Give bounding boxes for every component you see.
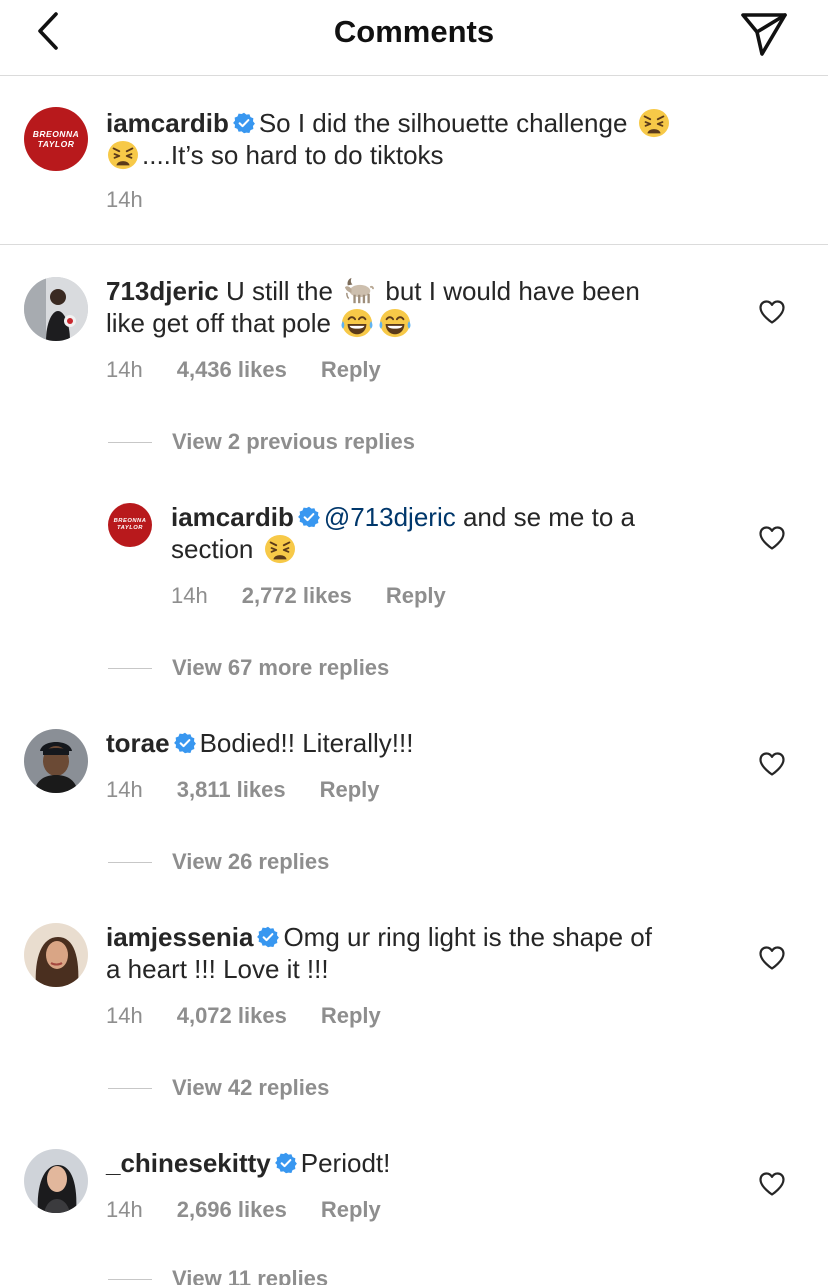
divider-line <box>108 1278 152 1280</box>
comment-meta: 14h 2,772 likes Reply <box>171 581 446 611</box>
divider-line <box>108 1087 152 1089</box>
comment-text-part-1: U still the <box>225 276 333 306</box>
timestamp: 14h <box>106 357 143 382</box>
heart-icon[interactable] <box>759 526 785 550</box>
weary-face-emoji-icon <box>106 140 140 170</box>
caption-text-part-2: ....It’s so hard to do tiktoks <box>142 140 444 170</box>
avatar[interactable] <box>24 277 88 341</box>
heart-icon[interactable] <box>759 1172 785 1196</box>
comment-meta: 14h 4,436 likes Reply <box>106 355 381 385</box>
reply-button[interactable]: Reply <box>321 357 381 383</box>
likes-count[interactable]: 3,811 likes <box>177 777 286 803</box>
comment-username[interactable]: 713djeric <box>106 276 219 306</box>
comment-text: torae Bodied!! Literally!!! <box>106 727 726 759</box>
paper-plane-icon[interactable] <box>738 8 790 58</box>
divider-line <box>108 861 152 863</box>
heart-icon[interactable] <box>759 946 785 970</box>
avatar-photo <box>24 277 88 341</box>
view-replies-label: View 2 previous replies <box>172 429 415 454</box>
reply-button[interactable]: Reply <box>320 777 380 803</box>
comments-header: Comments <box>0 0 828 76</box>
view-replies-label: View 42 replies <box>172 1075 330 1100</box>
view-replies-label: View 26 replies <box>172 849 330 874</box>
avatar-text-line-2: TAYLOR <box>37 139 75 149</box>
page-title: Comments <box>333 14 495 49</box>
avatar-photo <box>24 729 88 793</box>
heart-icon[interactable] <box>759 300 785 324</box>
joy-emoji-icon <box>378 308 412 338</box>
caption-text: iamcardib So I did the silhouette challen… <box>106 107 746 171</box>
view-replies-button[interactable]: View 2 previous replies <box>108 427 415 457</box>
caption-text-part-1: So I did the silhouette challenge <box>258 108 628 138</box>
verified-badge-icon <box>233 112 255 134</box>
view-replies-button[interactable]: View 11 replies <box>108 1264 328 1285</box>
view-replies-button[interactable]: View 67 more replies <box>108 653 389 683</box>
comment-text-part-2: but I would have been <box>385 276 640 306</box>
reply-text: iamcardib @713djeric and se me to a sectio… <box>171 501 731 565</box>
comment-text-part-1: Bodied!! Literally!!! <box>199 728 414 758</box>
avatar-photo <box>24 1149 88 1213</box>
likes-count[interactable]: 4,072 likes <box>177 1003 287 1029</box>
timestamp: 14h <box>106 1003 143 1028</box>
timestamp: 14h <box>106 1197 143 1222</box>
comment-text-part-3: like get off that pole <box>106 308 332 338</box>
likes-count[interactable]: 4,436 likes <box>177 357 287 383</box>
avatar-text-line-1: BREONNA <box>113 518 147 524</box>
weary-face-emoji-icon <box>263 534 297 564</box>
caption-meta: 14h <box>106 185 177 215</box>
comment-text-part-2: section <box>171 534 254 564</box>
avatar[interactable] <box>24 729 88 793</box>
caption-username[interactable]: iamcardib <box>106 108 229 138</box>
avatar[interactable]: BREONNA TAYLOR <box>108 503 152 547</box>
reply-button[interactable]: Reply <box>321 1197 381 1223</box>
verified-badge-icon <box>298 506 320 528</box>
reply-button[interactable]: Reply <box>321 1003 381 1029</box>
mention-link[interactable]: @713djeric <box>324 502 456 532</box>
avatar-photo <box>24 923 88 987</box>
verified-badge-icon <box>257 926 279 948</box>
divider-line <box>108 441 152 443</box>
comment-meta: 14h 3,811 likes Reply <box>106 775 380 805</box>
avatar-text-line-2: TAYLOR <box>117 525 143 531</box>
comment-text-part-2: a heart !!! Love it !!! <box>106 954 329 984</box>
post-caption: BREONNA TAYLOR iamcardib So I did the sil… <box>0 77 828 245</box>
comment-text-part-1: Omg ur ring light is the shape of <box>283 922 652 952</box>
avatar-text-line-1: BREONNA <box>32 129 80 139</box>
verified-badge-icon <box>275 1152 297 1174</box>
comment-text: iamjessenia Omg ur ring light is the shap… <box>106 921 736 985</box>
weary-face-emoji-icon <box>637 108 671 138</box>
likes-count[interactable]: 2,696 likes <box>177 1197 287 1223</box>
comment-username[interactable]: torae <box>106 728 170 758</box>
reply-button[interactable]: Reply <box>386 583 446 609</box>
comment-text: _chinesekitty Periodt! <box>106 1147 726 1179</box>
likes-count[interactable]: 2,772 likes <box>242 583 352 609</box>
comment-text-part-1: Periodt! <box>300 1148 391 1178</box>
comment-meta: 14h 4,072 likes Reply <box>106 1001 381 1031</box>
timestamp: 14h <box>171 583 208 608</box>
heart-icon[interactable] <box>759 752 785 776</box>
comment-meta: 14h 2,696 likes Reply <box>106 1195 381 1225</box>
view-replies-label: View 11 replies <box>172 1266 329 1285</box>
comment-username[interactable]: iamjessenia <box>106 922 253 952</box>
verified-badge-icon <box>174 732 196 754</box>
view-replies-label: View 67 more replies <box>172 655 390 680</box>
avatar[interactable]: BREONNA TAYLOR <box>24 107 88 171</box>
comment-text: 713djeric U still the but I would have b… <box>106 275 726 339</box>
comment-text-part-1: and se me to a <box>462 502 635 532</box>
joy-emoji-icon <box>340 308 374 338</box>
comment-username[interactable]: iamcardib <box>171 502 294 532</box>
divider-line <box>108 667 152 669</box>
comment-username[interactable]: _chinesekitty <box>106 1148 271 1178</box>
timestamp: 14h <box>106 777 143 802</box>
avatar[interactable] <box>24 923 88 987</box>
view-replies-button[interactable]: View 26 replies <box>108 847 329 877</box>
timestamp: 14h <box>106 187 143 212</box>
avatar[interactable] <box>24 1149 88 1213</box>
goat-emoji-icon <box>342 276 376 306</box>
view-replies-button[interactable]: View 42 replies <box>108 1073 329 1103</box>
